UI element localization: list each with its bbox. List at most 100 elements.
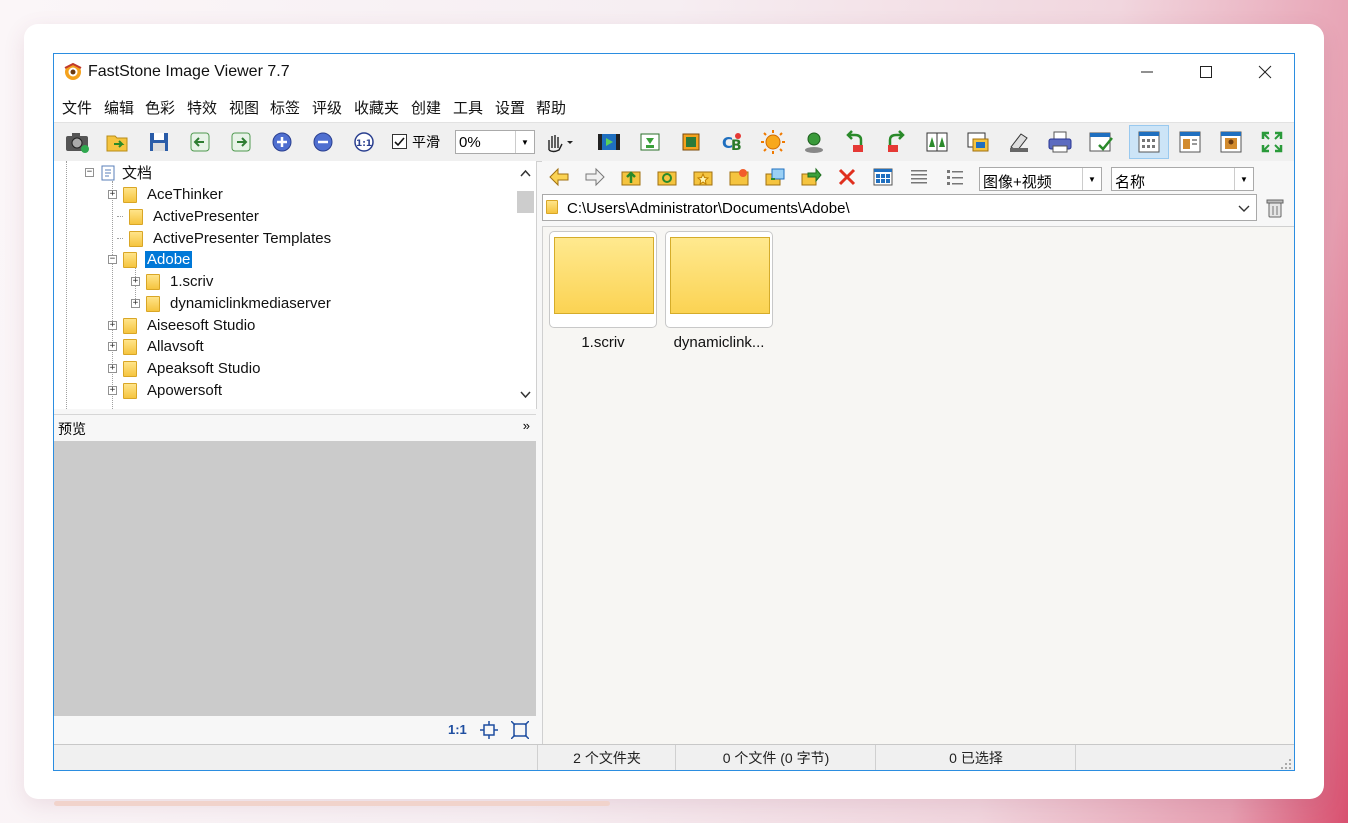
delete-button[interactable] (834, 165, 860, 189)
back-button[interactable] (546, 165, 572, 189)
maximize-button[interactable] (1177, 54, 1235, 90)
menu-tools[interactable]: 工具 (453, 97, 483, 118)
tree-item[interactable]: + Apowersoft (108, 380, 224, 401)
folder-thumbnail[interactable] (549, 231, 657, 328)
path-field[interactable]: C:\Users\Administrator\Documents\Adobe\ (542, 194, 1257, 221)
forward-button[interactable] (582, 165, 608, 189)
layout-single-button[interactable] (1215, 126, 1247, 158)
expand-icon[interactable]: + (108, 342, 117, 351)
menu-create[interactable]: 创建 (411, 97, 441, 118)
menu-view[interactable]: 视图 (229, 97, 259, 118)
menu-favorites[interactable]: 收藏夹 (354, 97, 399, 118)
tree-item[interactable]: + dynamiclinkmediaserver (131, 293, 333, 314)
tree-item[interactable]: ActivePresenter Templates (117, 228, 333, 249)
scroll-down-icon[interactable] (515, 387, 536, 403)
zoom-out-button[interactable] (307, 126, 339, 158)
chevron-down-icon[interactable] (1236, 200, 1252, 216)
scanner-button[interactable] (1003, 126, 1035, 158)
next-button[interactable] (225, 126, 257, 158)
tree-item[interactable]: + Apeaksoft Studio (108, 358, 262, 379)
flip-button[interactable] (921, 126, 953, 158)
layout-thumbnails-button[interactable] (1129, 125, 1169, 159)
up-folder-button[interactable] (618, 165, 644, 189)
zoom-out-icon (313, 132, 333, 152)
rotate-right-button[interactable] (880, 126, 912, 158)
fullscreen-button[interactable] (1256, 126, 1288, 158)
minimize-button[interactable] (1118, 54, 1176, 90)
open-folder-button[interactable] (102, 126, 134, 158)
scanner-icon (1010, 133, 1028, 152)
collapse-chevron-icon[interactable]: » (523, 418, 530, 433)
zoom-value: 0% (459, 134, 481, 151)
color-balance-button[interactable]: CB (716, 126, 748, 158)
scroll-up-icon[interactable] (515, 165, 536, 181)
rotate-left-button[interactable] (839, 126, 871, 158)
view-thumbnails-button[interactable] (870, 165, 896, 189)
expand-icon[interactable]: + (108, 364, 117, 373)
menu-color[interactable]: 色彩 (145, 97, 175, 118)
actual-size-button[interactable]: 1:1 (348, 126, 380, 158)
menu-rating[interactable]: 评级 (312, 97, 342, 118)
previous-button[interactable] (184, 126, 216, 158)
tree-item[interactable]: + Aiseesoft Studio (108, 315, 257, 336)
fullscreen-preview-icon[interactable] (511, 721, 529, 739)
actual-size-toggle[interactable]: 1:1 (448, 722, 467, 737)
tree-item-selected[interactable]: − Adobe (108, 249, 193, 270)
menu-effects[interactable]: 特效 (187, 97, 217, 118)
save-button[interactable] (143, 126, 175, 158)
slideshow-button[interactable] (593, 126, 625, 158)
refresh-button[interactable] (654, 165, 680, 189)
compare-button[interactable] (634, 126, 666, 158)
tree-item[interactable]: ActivePresenter (117, 206, 261, 227)
scrollbar-thumb[interactable] (517, 191, 534, 213)
smooth-checkbox[interactable] (392, 134, 407, 149)
favorites-button[interactable] (690, 165, 716, 189)
zoom-in-button[interactable] (266, 126, 298, 158)
tree-item[interactable]: + 1.scriv (131, 271, 215, 292)
tree-item-label: dynamiclinkmediaserver (170, 295, 331, 312)
resize-button[interactable] (962, 126, 994, 158)
filter-select[interactable]: 图像+视频 ▼ (979, 167, 1102, 191)
copy-to-button[interactable] (762, 165, 788, 189)
expand-icon[interactable]: + (131, 277, 140, 286)
zoom-select[interactable]: 0% ▼ (455, 130, 535, 154)
acquire-button[interactable] (61, 126, 93, 158)
collapse-icon[interactable]: − (108, 255, 117, 264)
collapse-icon[interactable]: − (85, 168, 94, 177)
layout-preview-button[interactable] (1174, 126, 1206, 158)
expand-icon[interactable]: + (131, 299, 140, 308)
close-button[interactable] (1236, 54, 1294, 90)
folder-icon (123, 251, 137, 268)
tree-item-label: 文档 (122, 165, 153, 182)
tree-item[interactable]: + AceThinker (108, 184, 225, 205)
menu-settings[interactable]: 设置 (495, 97, 525, 118)
fit-icon[interactable] (480, 721, 498, 739)
crop-button[interactable] (675, 126, 707, 158)
expand-icon[interactable]: + (108, 386, 117, 395)
move-to-button[interactable] (798, 165, 824, 189)
folder-thumbnail[interactable] (665, 231, 773, 328)
view-list-button[interactable] (906, 165, 932, 189)
hand-tool-button[interactable] (542, 126, 574, 158)
red-eye-button[interactable] (798, 126, 830, 158)
print-button[interactable] (1044, 126, 1076, 158)
menu-file[interactable]: 文件 (62, 97, 92, 118)
tree-scrollbar[interactable] (515, 161, 536, 409)
menu-tags[interactable]: 标签 (270, 97, 300, 118)
menu-help[interactable]: 帮助 (536, 97, 566, 118)
resize-grip-icon[interactable] (1281, 759, 1291, 769)
expand-icon[interactable]: + (108, 190, 117, 199)
sort-select[interactable]: 名称 ▼ (1111, 167, 1254, 191)
thumbnail-browser[interactable]: 1.scriv dynamiclink... (542, 226, 1294, 744)
effects-button[interactable] (757, 126, 789, 158)
expand-icon[interactable]: + (108, 321, 117, 330)
batch-button[interactable] (1085, 126, 1117, 158)
view-details-button[interactable] (942, 165, 968, 189)
menu-edit[interactable]: 编辑 (104, 97, 134, 118)
folder-tree[interactable]: − 文档 + AceThinker ActivePresenter Active… (54, 161, 537, 409)
trash-icon[interactable] (1264, 197, 1286, 219)
tree-item-documents[interactable]: − 文档 (85, 162, 154, 183)
tree-item[interactable]: + Allavsoft (108, 336, 206, 357)
color-balance-icon: CB (722, 133, 742, 154)
new-folder-button[interactable] (726, 165, 752, 189)
